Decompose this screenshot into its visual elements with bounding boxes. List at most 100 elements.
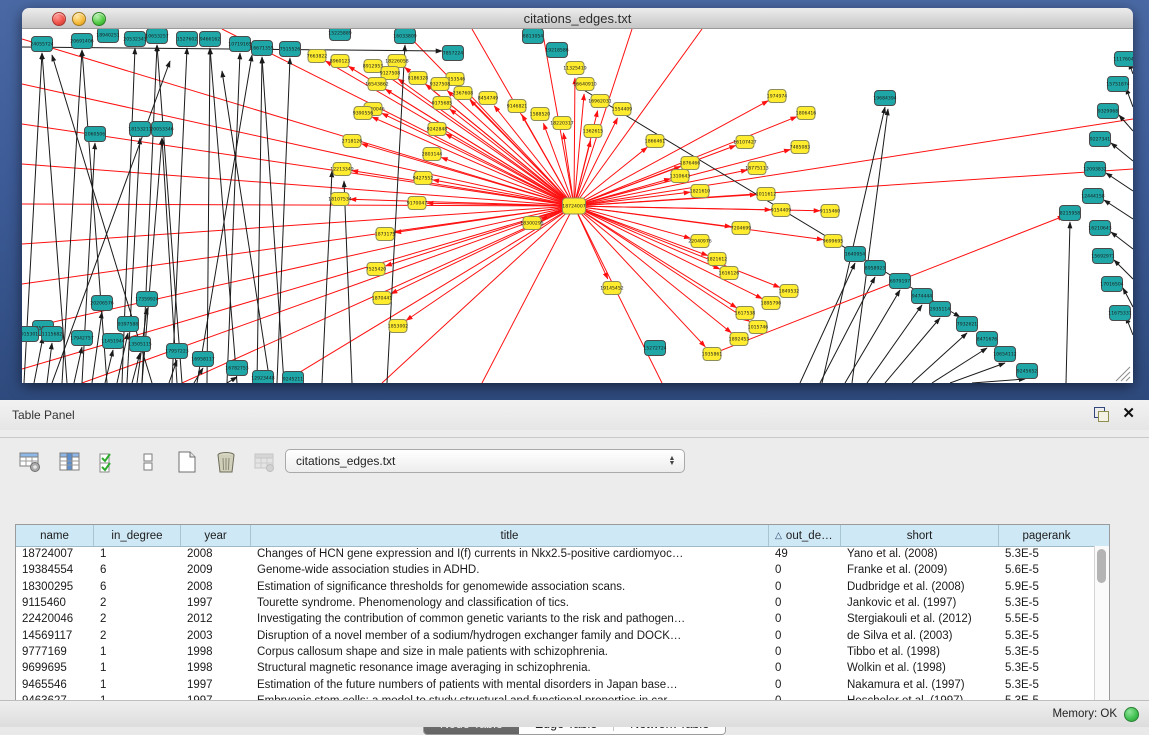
graph-node[interactable]: 12093832 xyxy=(1083,162,1106,177)
graph-node[interactable]: 18220317 xyxy=(550,117,573,130)
graph-node[interactable]: 17359924 xyxy=(135,292,158,307)
graph-node[interactable]: 15692971 xyxy=(1091,249,1114,264)
graph-node[interactable]: 12213349 xyxy=(330,163,353,176)
column-header-out-degree[interactable]: △ out_de… xyxy=(769,525,841,546)
graph-node[interactable]: 2935114 xyxy=(930,302,951,317)
graph-node[interactable]: 1935861 xyxy=(702,348,723,361)
graph-node[interactable]: 7204699 xyxy=(731,222,752,235)
graph-node[interactable]: 7485083 xyxy=(790,141,811,154)
graph-node[interactable]: 2718126 xyxy=(342,135,363,148)
graph-node[interactable]: 1974974 xyxy=(767,90,788,103)
select-all-icon[interactable] xyxy=(96,450,122,474)
graph-node[interactable]: 1866461 xyxy=(645,135,666,148)
graph-node[interactable]: 18300295 xyxy=(520,217,543,230)
graph-node[interactable]: 20206576 xyxy=(90,296,113,311)
memory-ok-icon[interactable] xyxy=(1124,707,1139,722)
network-view-window[interactable]: citations_edges.txt 18724007240557242069… xyxy=(22,8,1133,382)
graph-node[interactable]: 1870441 xyxy=(372,292,393,305)
graph-node[interactable]: 9242848 xyxy=(427,123,448,136)
table-scrollbar-thumb[interactable] xyxy=(1097,549,1106,583)
graph-node[interactable]: 3915301 xyxy=(22,327,39,342)
graph-node[interactable]: 12444158 xyxy=(1081,189,1104,204)
graph-node[interactable]: 17016504 xyxy=(1100,277,1123,292)
graph-node[interactable]: 16958117 xyxy=(191,352,214,367)
column-header-name[interactable]: name xyxy=(16,525,94,546)
graph-node[interactable]: 17957223 xyxy=(165,344,188,359)
graph-node[interactable]: 1617538 xyxy=(735,307,756,320)
graph-node[interactable]: 20532343 xyxy=(123,32,146,47)
graph-node[interactable]: 9170047 xyxy=(407,197,428,210)
column-header-title[interactable]: title xyxy=(251,525,769,546)
graph-node[interactable]: 16543862 xyxy=(365,78,388,91)
graph-node[interactable]: 9466162 xyxy=(200,32,221,47)
show-columns-icon[interactable] xyxy=(57,450,83,474)
graph-node[interactable]: 24055724 xyxy=(30,37,53,52)
graph-node[interactable]: 1588520 xyxy=(530,108,551,121)
graph-node[interactable]: 2060506 xyxy=(85,127,106,142)
close-panel-icon[interactable]: ✕ xyxy=(1122,406,1135,422)
graph-node[interactable]: 16033809 xyxy=(393,29,416,44)
graph-node[interactable]: 15225889 xyxy=(328,29,351,41)
graph-node[interactable]: 1821610 xyxy=(690,185,711,198)
network-window-titlebar[interactable]: citations_edges.txt xyxy=(22,8,1133,29)
graph-node[interactable]: 12923448 xyxy=(251,371,274,384)
graph-node[interactable]: 9699695 xyxy=(823,235,844,248)
graph-node[interactable]: 9474444 xyxy=(912,289,933,304)
graph-node[interactable]: 8186328 xyxy=(408,72,429,85)
graph-node[interactable]: 10654112 xyxy=(993,347,1016,362)
graph-node[interactable]: 9329968 xyxy=(1098,104,1119,119)
table-row[interactable]: 1938455462009Genome-wide association stu… xyxy=(16,562,1094,578)
graph-node[interactable]: 8215958 xyxy=(1060,206,1081,221)
graph-node[interactable]: 11451944 xyxy=(101,334,124,349)
graph-node[interactable]: 18153211 xyxy=(128,122,151,137)
canvas-resize-grip[interactable] xyxy=(1116,367,1130,381)
graph-node[interactable]: 1849532 xyxy=(779,285,800,298)
column-header-year[interactable]: year xyxy=(181,525,251,546)
graph-node[interactable]: 10653257 xyxy=(145,29,168,44)
delete-trash-icon[interactable] xyxy=(213,450,239,474)
table-row[interactable]: 969969511998Structural magnetic resonanc… xyxy=(16,660,1094,676)
column-header-pagerank[interactable]: pagerank xyxy=(999,525,1094,546)
deselect-all-icon[interactable] xyxy=(135,450,161,474)
graph-node[interactable]: 6979197 xyxy=(890,274,911,289)
graph-node[interactable]: 9245211 xyxy=(283,372,304,384)
table-row[interactable]: 911546021997Tourette syndrome. Phenomeno… xyxy=(16,595,1094,611)
graph-node[interactable]: 16962031 xyxy=(588,95,611,108)
graph-node[interactable]: 8813054 xyxy=(523,29,544,44)
graph-node[interactable]: 15272724 xyxy=(643,341,666,356)
graph-node[interactable]: 15751874 xyxy=(1106,77,1129,92)
graph-node[interactable]: 20053346 xyxy=(150,122,173,137)
graph-node[interactable]: 9390556 xyxy=(353,107,374,120)
graph-node[interactable]: 9175685 xyxy=(432,97,453,110)
table-selector-dropdown[interactable]: citations_edges.txt ▲▼ xyxy=(285,449,685,473)
table-row[interactable]: 977716911998Corpus callosum shape and si… xyxy=(16,644,1094,660)
graph-node[interactable]: 7663822 xyxy=(307,50,328,63)
graph-node[interactable]: 7525420 xyxy=(366,263,387,276)
graph-node[interactable]: 18107534 xyxy=(328,193,351,206)
graph-node[interactable]: 1876466 xyxy=(680,157,701,170)
delete-table-icon[interactable] xyxy=(252,450,278,474)
graph-node[interactable]: 9427552 xyxy=(413,172,434,185)
graph-node[interactable]: 1554409 xyxy=(612,103,633,116)
table-row[interactable]: 1830029562008Estimation of significance … xyxy=(16,579,1094,595)
network-canvas[interactable]: 1872400724055724206914061894025120532343… xyxy=(22,29,1133,383)
graph-node[interactable]: 1853002 xyxy=(388,320,409,333)
graph-node[interactable]: 20691406 xyxy=(70,34,93,49)
graph-node[interactable]: 10719165 xyxy=(228,37,251,52)
column-header-in-degree[interactable]: in_degree xyxy=(94,525,181,546)
graph-node[interactable]: 1873175 xyxy=(375,228,396,241)
graph-node[interactable]: 16640910 xyxy=(573,78,596,91)
column-header-short[interactable]: short xyxy=(841,525,999,546)
graph-node[interactable]: 18940251 xyxy=(96,29,119,43)
graph-node[interactable]: 7857224 xyxy=(443,46,464,61)
table-row[interactable]: 1456911722003Disruption of a novel membe… xyxy=(16,627,1094,643)
graph-node[interactable]: 18226058 xyxy=(385,55,408,68)
new-document-icon[interactable] xyxy=(174,450,200,474)
graph-node[interactable]: 1527602 xyxy=(177,32,198,47)
graph-node[interactable]: 1616126 xyxy=(719,267,740,280)
graph-node[interactable]: 9146821 xyxy=(507,100,528,113)
graph-node[interactable]: 2803144 xyxy=(422,148,443,161)
graph-node[interactable]: 9245652 xyxy=(1017,364,1038,379)
modify-table-icon[interactable] xyxy=(18,450,44,474)
graph-node[interactable]: 9227341 xyxy=(1090,132,1111,147)
